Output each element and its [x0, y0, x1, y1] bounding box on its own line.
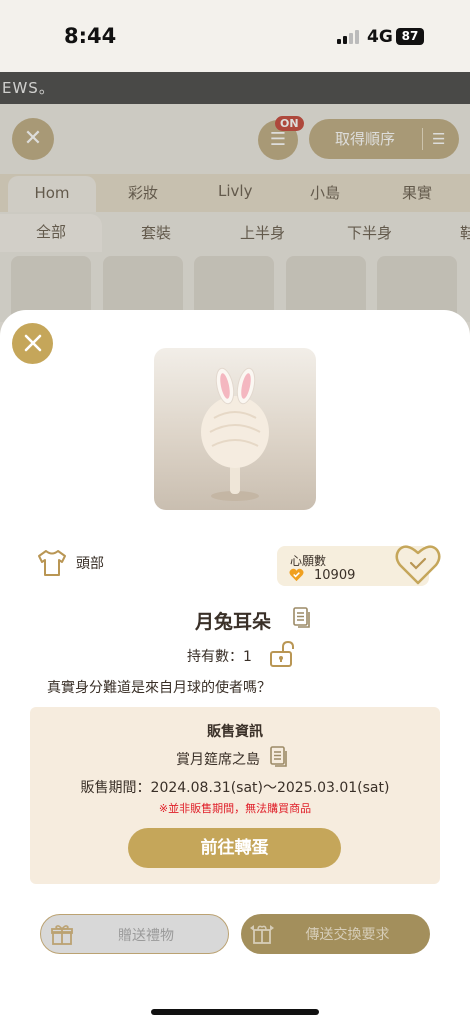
- home-indicator[interactable]: [151, 1009, 319, 1015]
- heart-icon: [289, 568, 304, 582]
- copy-icon[interactable]: [270, 746, 288, 768]
- send-trade-request-button[interactable]: 傳送交換要求: [241, 914, 430, 954]
- item-preview-image: [154, 348, 316, 510]
- sale-period: 販售期間：2024.08.31(sat)～2025.03.01(sat): [80, 780, 390, 796]
- item-description: 真實身分難道是來自月球的使者嗎？: [47, 680, 271, 696]
- item-name: 月兔耳朵: [195, 611, 272, 633]
- wish-label: 心願數: [290, 554, 327, 568]
- heart-check-icon[interactable]: [394, 541, 442, 587]
- shirt-icon: [38, 550, 66, 576]
- send-gift-button[interactable]: 贈送禮物: [40, 914, 229, 954]
- copy-icon[interactable]: [293, 607, 311, 629]
- part-label: 頭部: [76, 556, 104, 572]
- send-gift-label: 贈送禮物: [118, 928, 174, 944]
- status-time: 8:44: [64, 24, 117, 48]
- send-trade-label: 傳送交換要求: [305, 927, 390, 943]
- close-button[interactable]: [12, 323, 53, 364]
- close-icon: [24, 334, 41, 352]
- sale-warning: ※並非販售期間，無法購買商品: [158, 802, 312, 815]
- go-to-gacha-button[interactable]: 前往轉蛋: [128, 828, 341, 868]
- sale-info-title: 販售資訊: [207, 724, 263, 740]
- wish-count: 10909: [314, 568, 356, 583]
- network-type: 4G: [367, 27, 393, 47]
- sale-info-panel: 販售資訊 賞月筵席之島 販售期間：2024.08.31(sat)～2025.03…: [30, 707, 440, 884]
- status-bar: 8:44 4G 87: [0, 0, 470, 72]
- item-part: 頭部: [36, 548, 104, 578]
- battery-icon: 87: [396, 28, 424, 45]
- bunny-ears-head-illustration: [201, 367, 269, 501]
- unlocked-lock-icon[interactable]: [269, 640, 297, 668]
- sale-source: 賞月筵席之島: [176, 752, 260, 768]
- signal-icon: [337, 30, 359, 44]
- owned-count: 持有數：1: [187, 649, 252, 665]
